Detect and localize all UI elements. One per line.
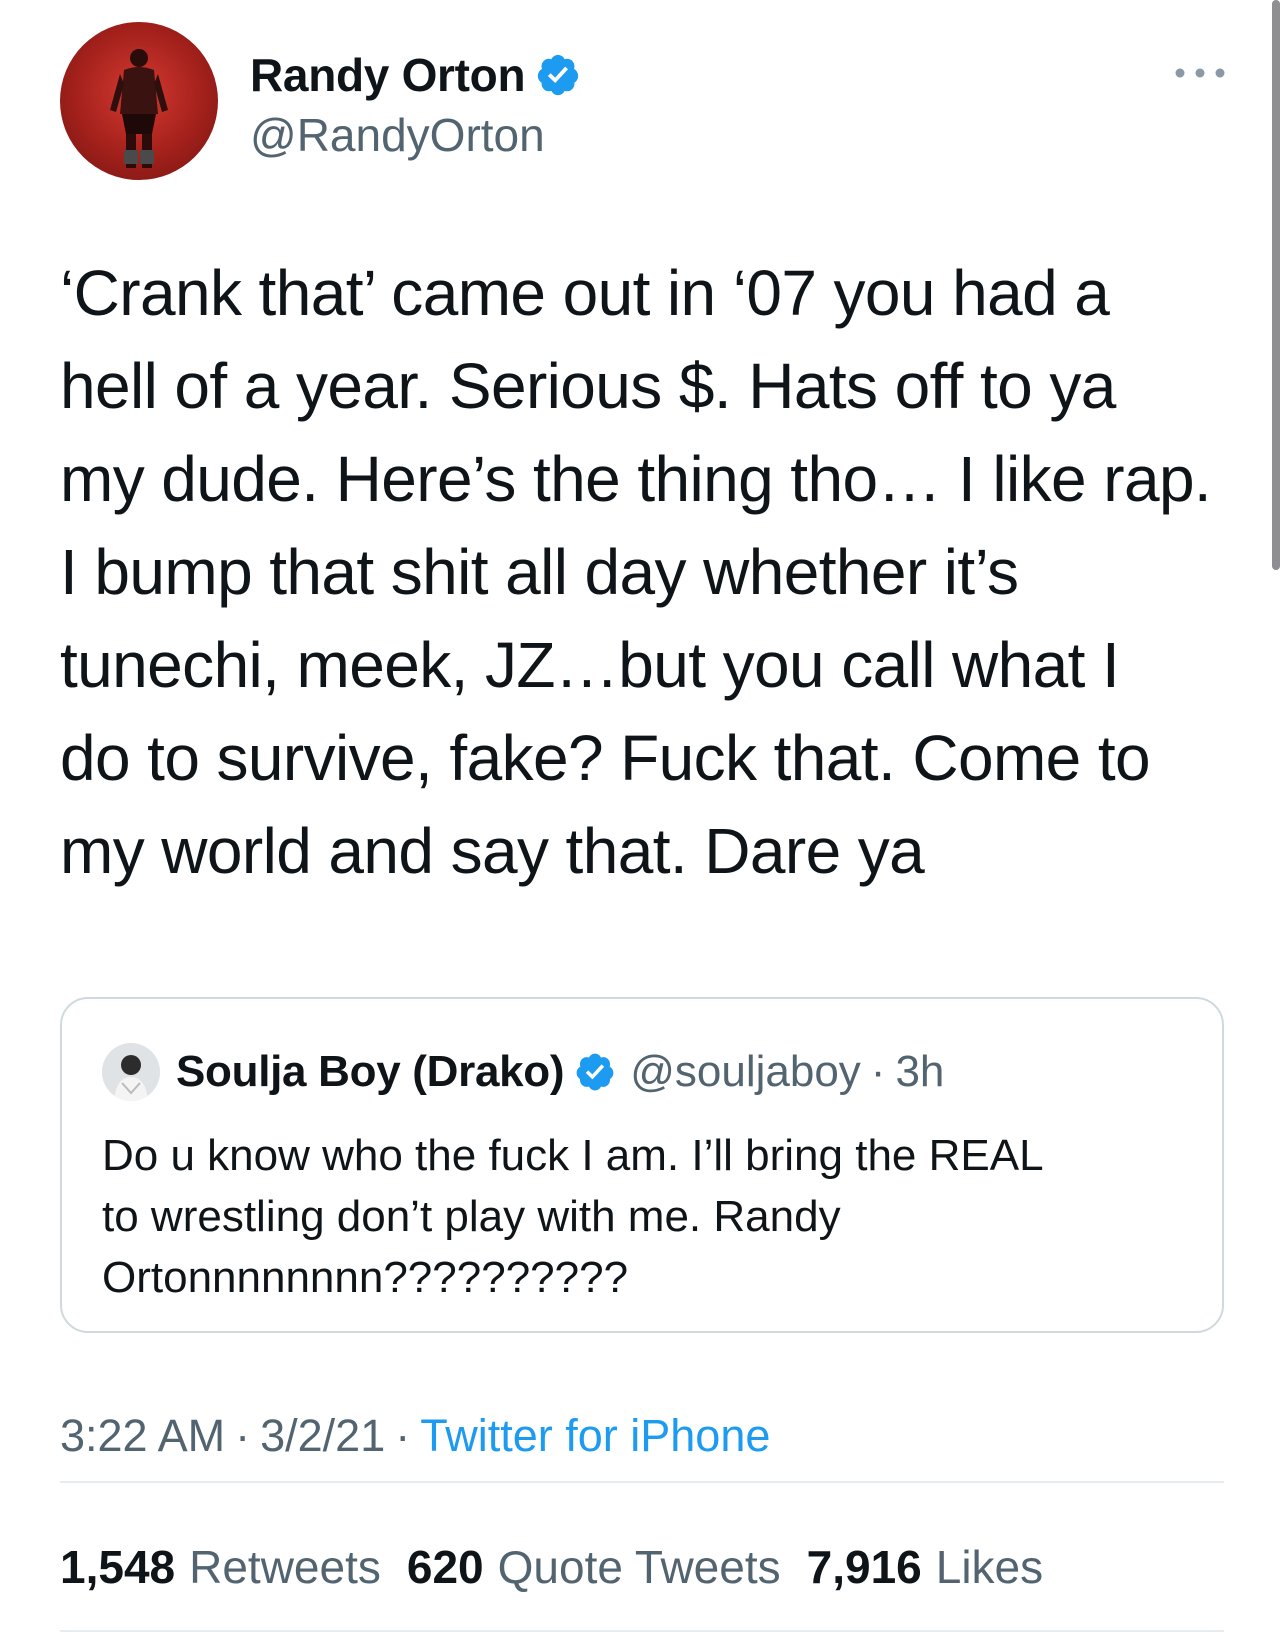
tweet-text-line: ‘Crank that’ came out in ‘07 you had a xyxy=(60,257,1110,329)
tweet-text-line: hell of a year. Serious $. Hats off to y… xyxy=(60,350,1116,422)
tweet-metadata: 3:22 AM · 3/2/21 · Twitter for iPhone xyxy=(60,1410,770,1462)
separator-dot: · xyxy=(235,1410,251,1461)
quoted-author-avatar[interactable] xyxy=(102,1043,160,1101)
quoted-tweet-time: 3h xyxy=(895,1047,945,1096)
author-handle[interactable]: @RandyOrton xyxy=(250,108,545,162)
more-horizontal-icon[interactable] xyxy=(1170,58,1230,88)
tweet-time[interactable]: 3:22 AM xyxy=(60,1410,225,1461)
author-display-name[interactable]: Randy Orton xyxy=(250,48,526,102)
author-name-row: Randy Orton xyxy=(250,48,581,102)
tweet-text-line: my world and say that. Dare ya xyxy=(60,815,925,887)
author-avatar[interactable] xyxy=(60,22,218,180)
separator-dot: · xyxy=(870,1047,886,1096)
likes-label: Likes xyxy=(935,1541,1044,1593)
divider xyxy=(60,1630,1224,1632)
quoted-tweet-header: Soulja Boy (Drako) @souljaboy · 3h xyxy=(102,1043,944,1101)
quote-tweets-stat[interactable]: 620 Quote Tweets xyxy=(407,1541,781,1593)
tweet-text-line: I bump that shit all day whether it’s xyxy=(60,536,1019,608)
retweets-stat[interactable]: 1,548 Retweets xyxy=(60,1541,381,1593)
quoted-author-display-name: Soulja Boy (Drako) xyxy=(176,1047,565,1096)
likes-stat[interactable]: 7,916 Likes xyxy=(807,1541,1044,1593)
quote-tweets-count: 620 xyxy=(406,1541,484,1593)
tweet-source-link[interactable]: Twitter for iPhone xyxy=(420,1410,770,1461)
verified-badge-icon xyxy=(535,52,581,98)
verified-badge-icon xyxy=(574,1051,616,1093)
wrestler-figure xyxy=(110,49,168,168)
likes-count: 7,916 xyxy=(806,1541,922,1593)
quoted-tweet-text: Do u know who the fuck I am. I’ll bring … xyxy=(102,1125,1182,1308)
quoted-text-line: to wrestling don’t play with me. Randy xyxy=(102,1192,841,1241)
tweet-date[interactable]: 3/2/21 xyxy=(260,1410,385,1461)
separator-dot: · xyxy=(395,1410,411,1461)
quoted-text-line: Ortonnnnnnnn?????????? xyxy=(102,1253,629,1302)
quoted-author-handle: @souljaboy xyxy=(630,1047,861,1096)
tweet-text-line: my dude. Here’s the thing tho… I like ra… xyxy=(60,443,1212,515)
engagement-stats: 1,548 Retweets 620 Quote Tweets 7,916 Likes xyxy=(60,1540,1069,1594)
divider xyxy=(60,1481,1224,1483)
tweet-text-line: tunechi, meek, JZ…but you call what I xyxy=(60,629,1120,701)
quoted-text-line: Do u know who the fuck I am. I’ll bring … xyxy=(102,1131,1044,1180)
quote-tweets-label: Quote Tweets xyxy=(497,1541,781,1593)
retweets-count: 1,548 xyxy=(60,1541,176,1593)
tweet-text: ‘Crank that’ came out in ‘07 you had a h… xyxy=(60,247,1230,898)
tweet-text-line: do to survive, fake? Fuck that. Come to xyxy=(60,722,1151,794)
retweets-label: Retweets xyxy=(189,1541,381,1593)
scrollbar[interactable] xyxy=(1272,0,1280,570)
quoted-tweet-card[interactable]: Soulja Boy (Drako) @souljaboy · 3h Do u … xyxy=(60,997,1224,1333)
